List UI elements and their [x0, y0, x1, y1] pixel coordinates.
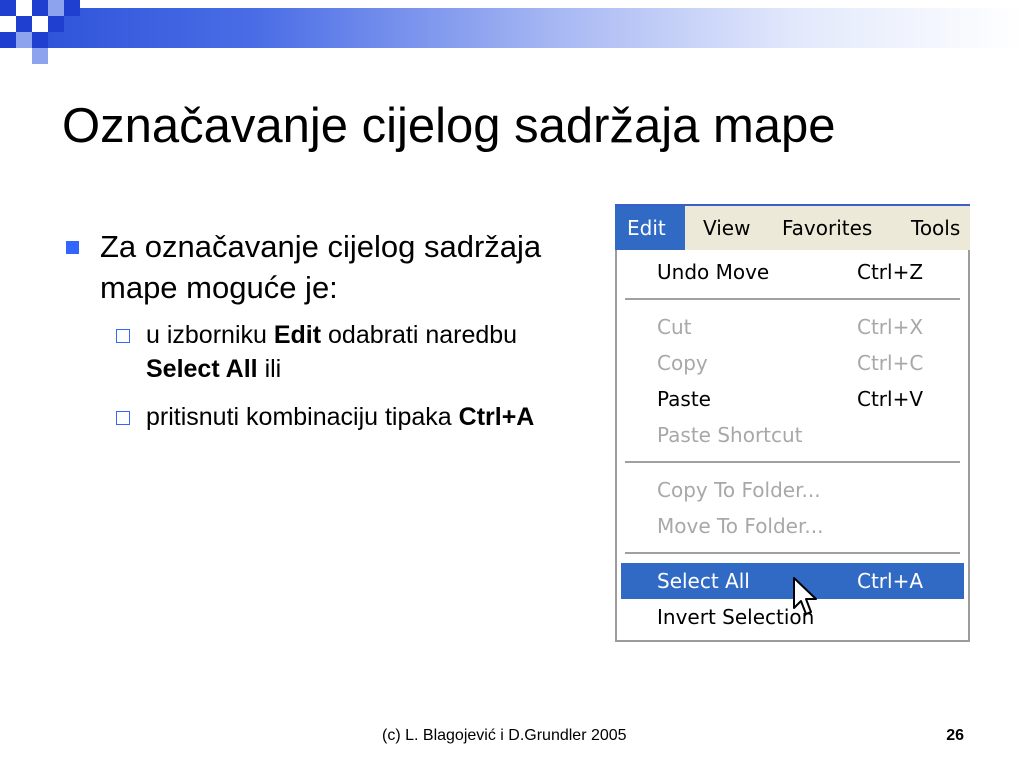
mouse-pointer-icon [793, 577, 817, 615]
checker-logo-icon [0, 0, 80, 64]
menu-item-label: Copy [657, 351, 708, 375]
menu-tools[interactable]: Tools [899, 206, 972, 250]
bullet-item: Za označavanje cijelog sadržaja mape mog… [62, 226, 592, 308]
slide-title: Označavanje cijelog sadržaja mape [62, 99, 836, 153]
menu-item-shortcut: Ctrl+Z [857, 260, 924, 284]
menu-bar: Edit View Favorites Tools [615, 204, 970, 250]
menu-favorites[interactable]: Favorites [770, 206, 884, 250]
menu-item-label: Undo Move [657, 260, 770, 284]
menu-item-shortcut: Ctrl+A [857, 569, 924, 593]
sub-bullet-item: u izborniku Edit odabrati naredbu Select… [62, 318, 592, 386]
menu-item-copy[interactable]: Copy Ctrl+C [621, 345, 964, 381]
sub-bullet-bold-select-all: Select All [146, 355, 258, 383]
menu-item-label: Select All [657, 569, 750, 593]
footer-copyright: (c) L. Blagojević i D.Grundler 2005 [382, 727, 627, 744]
sub-bullet-bold-shortcut: Ctrl+A [458, 403, 535, 431]
menu-item-shortcut: Ctrl+V [857, 387, 924, 411]
sub-bullet-text-part: odabrati naredbu [321, 321, 518, 349]
menu-item-label: Move To Folder... [657, 514, 824, 538]
sub-bullet-item: pritisnuti kombinaciju tipaka Ctrl+A [62, 400, 592, 434]
sub-bullet-text-part: u izborniku [146, 321, 274, 349]
square-bullet-icon [66, 241, 79, 254]
hollow-square-bullet-icon [116, 329, 130, 343]
menu-separator [625, 298, 960, 300]
menu-item-shortcut: Ctrl+X [857, 315, 924, 339]
menu-item-cut[interactable]: Cut Ctrl+X [621, 309, 964, 345]
menu-item-label: Copy To Folder... [657, 478, 821, 502]
menu-item-shortcut: Ctrl+C [857, 351, 924, 375]
menu-item-label: Cut [657, 315, 692, 339]
menu-item-label: Invert Selection [657, 605, 815, 629]
page-number: 26 [946, 727, 964, 744]
menu-item-move-to-folder[interactable]: Move To Folder... [621, 508, 964, 544]
sub-bullet-bold-edit: Edit [273, 321, 322, 349]
sub-bullet-text-part: pritisnuti kombinaciju tipaka [146, 403, 459, 431]
menu-separator [625, 461, 960, 463]
menu-separator [625, 552, 960, 554]
menu-item-label: Paste Shortcut [657, 423, 803, 447]
header-gradient-band [0, 8, 1024, 48]
sub-bullet-text-part: ili [257, 355, 282, 383]
menu-item-paste-shortcut[interactable]: Paste Shortcut [621, 417, 964, 453]
menu-view[interactable]: View [691, 206, 762, 250]
menu-item-label: Paste [657, 387, 711, 411]
menu-item-undo-move[interactable]: Undo Move Ctrl+Z [621, 254, 964, 290]
bullet-text: Za označavanje cijelog sadržaja mape mog… [100, 229, 542, 305]
bullet-list: Za označavanje cijelog sadržaja mape mog… [62, 226, 592, 434]
menu-item-paste[interactable]: Paste Ctrl+V [621, 381, 964, 417]
menu-edit[interactable]: Edit [615, 206, 685, 250]
hollow-square-bullet-icon [116, 411, 130, 425]
menu-item-copy-to-folder[interactable]: Copy To Folder... [621, 472, 964, 508]
